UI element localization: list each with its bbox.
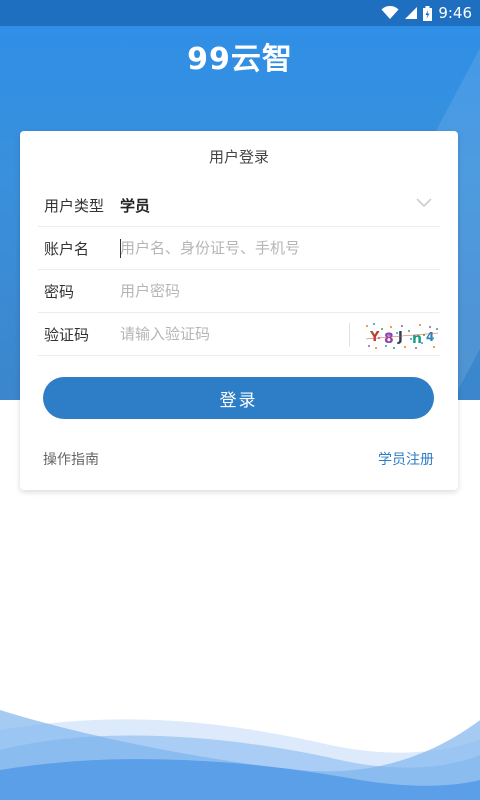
user-type-label: 用户类型	[44, 196, 105, 215]
battery-icon	[423, 5, 433, 21]
svg-text:8: 8	[384, 331, 394, 347]
card-title: 用户登录	[208, 148, 269, 166]
captcha-label: 验证码	[44, 325, 90, 344]
card-links: 操作指南 学员注册	[43, 449, 434, 469]
svg-text:n: n	[412, 331, 422, 347]
password-row: 密码	[38, 270, 440, 313]
account-label: 账户名	[44, 239, 90, 258]
chevron-down-icon[interactable]	[416, 198, 432, 208]
captcha-row: 验证码 Y 8 J n 4	[38, 313, 440, 356]
password-label: 密码	[44, 282, 75, 301]
signal-icon	[405, 7, 418, 19]
register-link[interactable]: 学员注册	[378, 449, 434, 469]
wave-decoration	[0, 710, 480, 800]
user-type-row[interactable]: 用户类型 学员	[38, 184, 440, 227]
captcha-divider	[349, 323, 350, 347]
svg-text:J: J	[397, 330, 403, 345]
captcha-image[interactable]: Y 8 J n 4	[364, 321, 440, 351]
login-card: 用户登录 用户类型 学员 账户名 密码 验证码 Y 8 J n 4	[20, 131, 458, 490]
status-time: 9:46	[438, 4, 472, 22]
user-type-select[interactable]: 学员	[120, 195, 150, 216]
login-button[interactable]: 登录	[43, 377, 434, 419]
captcha-input[interactable]	[120, 325, 340, 343]
password-input[interactable]	[120, 282, 340, 300]
account-input[interactable]	[120, 239, 340, 257]
status-bar: 9:46	[0, 0, 480, 26]
guide-link[interactable]: 操作指南	[43, 449, 99, 469]
account-row: 账户名	[38, 227, 440, 270]
app-logo: 99云智	[0, 36, 480, 77]
svg-text:4: 4	[426, 330, 434, 344]
logo-text: 99云智	[187, 42, 293, 77]
wifi-icon	[381, 6, 399, 19]
text-cursor	[120, 239, 121, 258]
